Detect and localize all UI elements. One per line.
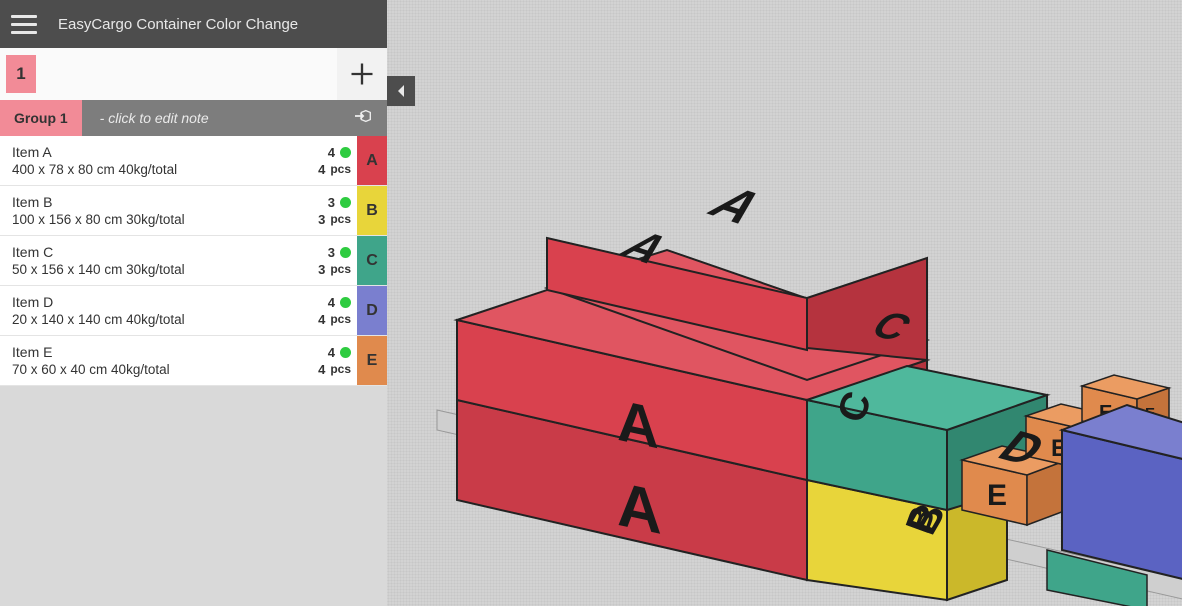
item-name: Item E — [12, 344, 291, 360]
box-arrow-icon — [353, 107, 375, 125]
plus-icon — [348, 60, 376, 88]
group-header: Group 1 - click to edit note — [0, 100, 387, 136]
app-header: EasyCargo Container Color Change — [0, 0, 387, 48]
item-dims: 100 x 156 x 80 cm 30kg/total — [12, 212, 291, 227]
viewport-3d[interactable]: A A A A B B C C E — [387, 0, 1182, 606]
item-color-swatch[interactable]: A — [357, 136, 387, 185]
item-qty: 4 4pcs — [303, 286, 357, 335]
item-dims: 400 x 78 x 80 cm 40kg/total — [12, 162, 291, 177]
list-item[interactable]: Item D 20 x 140 x 140 cm 40kg/total 4 4p… — [0, 286, 387, 336]
list-item[interactable]: Item B 100 x 156 x 80 cm 30kg/total 3 3p… — [0, 186, 387, 236]
container-tabs-row: 1 — [0, 48, 387, 100]
group-action-icon[interactable] — [353, 107, 375, 130]
collapse-sidebar-button[interactable] — [387, 76, 415, 106]
hamburger-menu-button[interactable] — [4, 4, 44, 44]
item-qty: 4 4pcs — [303, 136, 357, 185]
item-dims: 50 x 156 x 140 cm 30kg/total — [12, 262, 291, 277]
app-title: EasyCargo Container Color Change — [58, 16, 298, 33]
item-name: Item C — [12, 244, 291, 260]
item-qty: 4 4pcs — [303, 336, 357, 385]
status-dot — [340, 247, 351, 258]
item-color-swatch[interactable]: B — [357, 186, 387, 235]
status-dot — [340, 197, 351, 208]
item-color-swatch[interactable]: D — [357, 286, 387, 335]
item-qty: 3 3pcs — [303, 186, 357, 235]
chevron-left-icon — [395, 84, 407, 98]
item-name: Item A — [12, 144, 291, 160]
items-list: Item A 400 x 78 x 80 cm 40kg/total 4 4pc… — [0, 136, 387, 386]
item-name: Item B — [12, 194, 291, 210]
svg-text:E: E — [987, 479, 1007, 512]
svg-text:A: A — [617, 469, 662, 548]
group-label[interactable]: Group 1 — [0, 100, 82, 136]
cargo-scene: A A A A B B C C E — [407, 180, 1182, 606]
container-tab-1[interactable]: 1 — [6, 55, 36, 93]
app-root: EasyCargo Container Color Change 1 Group… — [0, 0, 1182, 606]
item-color-swatch[interactable]: C — [357, 236, 387, 285]
list-item[interactable]: Item E 70 x 60 x 40 cm 40kg/total 4 4pcs… — [0, 336, 387, 386]
status-dot — [340, 147, 351, 158]
item-qty: 3 3pcs — [303, 236, 357, 285]
item-color-swatch[interactable]: E — [357, 336, 387, 385]
sidebar: EasyCargo Container Color Change 1 Group… — [0, 0, 387, 606]
status-dot — [340, 347, 351, 358]
svg-text:A: A — [617, 388, 659, 461]
list-item[interactable]: Item A 400 x 78 x 80 cm 40kg/total 4 4pc… — [0, 136, 387, 186]
group-note-input[interactable]: - click to edit note — [100, 110, 209, 126]
item-dims: 20 x 140 x 140 cm 40kg/total — [12, 312, 291, 327]
svg-text:A: A — [696, 179, 778, 233]
status-dot — [340, 297, 351, 308]
cargo-boxes-svg: A A A A B B C C E — [407, 180, 1182, 606]
add-container-button[interactable] — [337, 48, 387, 100]
item-name: Item D — [12, 294, 291, 310]
item-dims: 70 x 60 x 40 cm 40kg/total — [12, 362, 291, 377]
list-item[interactable]: Item C 50 x 156 x 140 cm 30kg/total 3 3p… — [0, 236, 387, 286]
